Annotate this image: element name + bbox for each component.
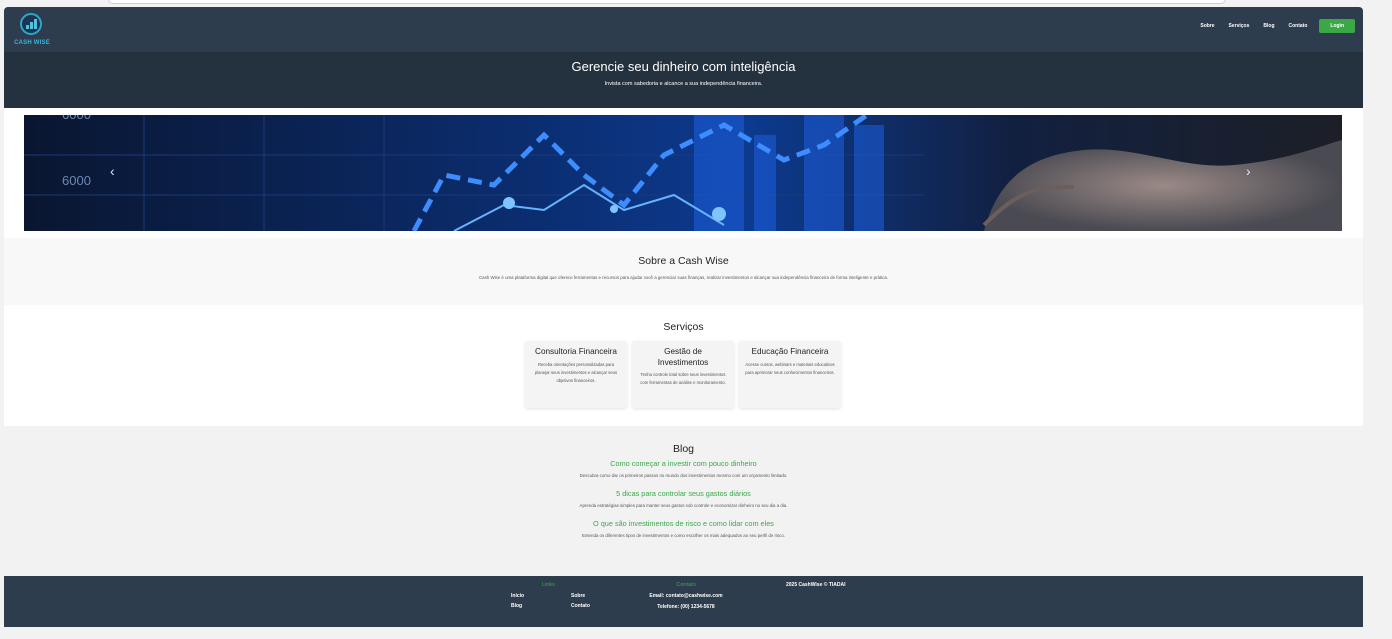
service-card-title: Consultoria Financeira	[535, 347, 617, 356]
carousel-image-label-top: 6000	[62, 115, 91, 122]
blog-post-summary: Aprenda estratégias simples para manter …	[579, 503, 788, 508]
services-title: Serviços	[663, 321, 704, 333]
service-card-text: Tenha controle total sobre seus investim…	[640, 372, 726, 386]
about-section: Sobre a Cash Wise Cash Wise é uma plataf…	[4, 238, 1363, 305]
services-section: Serviços Consultoria Financeira Receba o…	[4, 305, 1363, 426]
hero-subtitle: Invista com sabedoria e alcance a sua in…	[604, 81, 763, 87]
carousel-image: 6000 6000	[24, 115, 1342, 231]
footer-contact-title: Contato	[676, 582, 696, 588]
blog-section: Blog Como começar a investir com pouco d…	[4, 426, 1363, 576]
services-cards: Consultoria Financeira Receba orientaçõe…	[525, 341, 846, 408]
blog-post: 5 dicas para controlar seus gastos diári…	[4, 489, 1363, 508]
main-nav: Sobre Serviços Blog Contato Login	[1186, 19, 1355, 33]
page: CASH WISE Sobre Serviços Blog Contato Lo…	[4, 7, 1363, 627]
footer-copyright: 2025 CashWise © TIADAI	[786, 582, 846, 588]
carousel-image-label: 6000	[62, 173, 91, 188]
nav-link-blog[interactable]: Blog	[1263, 23, 1274, 29]
service-card: Gestão de Investimentos Tenha controle t…	[632, 341, 734, 408]
footer-contact: Contato Email: contato@cashwise.com Tele…	[646, 582, 726, 610]
service-card: Consultoria Financeira Receba orientaçõe…	[525, 341, 627, 408]
chevron-left-icon[interactable]: ‹	[110, 163, 115, 179]
blog-post-link[interactable]: O que são investimentos de risco e como …	[4, 519, 1363, 528]
about-text: Cash Wise é uma plataforma digital que o…	[478, 275, 889, 280]
chevron-right-icon[interactable]: ›	[1246, 163, 1251, 179]
navbar: CASH WISE Sobre Serviços Blog Contato Lo…	[4, 7, 1363, 52]
nav-link-sobre[interactable]: Sobre	[1200, 23, 1214, 29]
address-bar[interactable]	[108, 0, 1226, 4]
hero: Gerencie seu dinheiro com inteligência I…	[4, 52, 1363, 108]
nav-link-servicos[interactable]: Serviços	[1229, 23, 1250, 29]
logo[interactable]: CASH WISE	[12, 13, 50, 49]
service-card-title: Educação Financeira	[751, 347, 829, 356]
logo-text: CASH WISE	[14, 40, 50, 46]
footer-email: Email: contato@cashwise.com	[649, 593, 723, 599]
service-card: Educação Financeira Acesse cursos, webin…	[739, 341, 841, 408]
footer-link-blog[interactable]: Blog	[511, 603, 571, 609]
service-card-text: Acesse cursos, webinars e materiais educ…	[745, 361, 835, 375]
service-card-title: Gestão de Investimentos	[657, 347, 709, 367]
blog-post-link[interactable]: Como começar a investir com pouco dinhei…	[4, 459, 1363, 468]
page-bottom	[0, 627, 1392, 639]
footer: Links Início Sobre Blog Contato Contato …	[4, 576, 1363, 627]
blog-post: Como começar a investir com pouco dinhei…	[4, 459, 1363, 478]
about-title: Sobre a Cash Wise	[638, 255, 729, 267]
footer-links-title: Links	[542, 582, 555, 588]
logo-chart-icon	[20, 13, 42, 35]
blog-post-summary: Descubra como dar os primeiros passos no…	[579, 473, 788, 478]
blog-post-summary: Entenda os diferentes tipos de investime…	[581, 533, 786, 538]
blog-post-link[interactable]: 5 dicas para controlar seus gastos diári…	[4, 489, 1363, 498]
login-button[interactable]: Login	[1319, 19, 1355, 33]
footer-phone: Telefone: (00) 1234-5678	[657, 604, 715, 610]
carousel: 6000 6000 ‹ ›	[24, 115, 1342, 231]
blog-title: Blog	[672, 443, 694, 455]
footer-link-sobre[interactable]: Sobre	[571, 593, 611, 599]
footer-link-inicio[interactable]: Início	[511, 593, 571, 599]
service-card-text: Receba orientações personalizadas para p…	[534, 361, 618, 383]
blog-posts: Como começar a investir com pouco dinhei…	[4, 459, 1363, 538]
footer-link-contato[interactable]: Contato	[571, 603, 611, 609]
hero-title: Gerencie seu dinheiro com inteligência	[571, 59, 796, 74]
nav-link-contato[interactable]: Contato	[1289, 23, 1308, 29]
blog-post: O que são investimentos de risco e como …	[4, 519, 1363, 538]
